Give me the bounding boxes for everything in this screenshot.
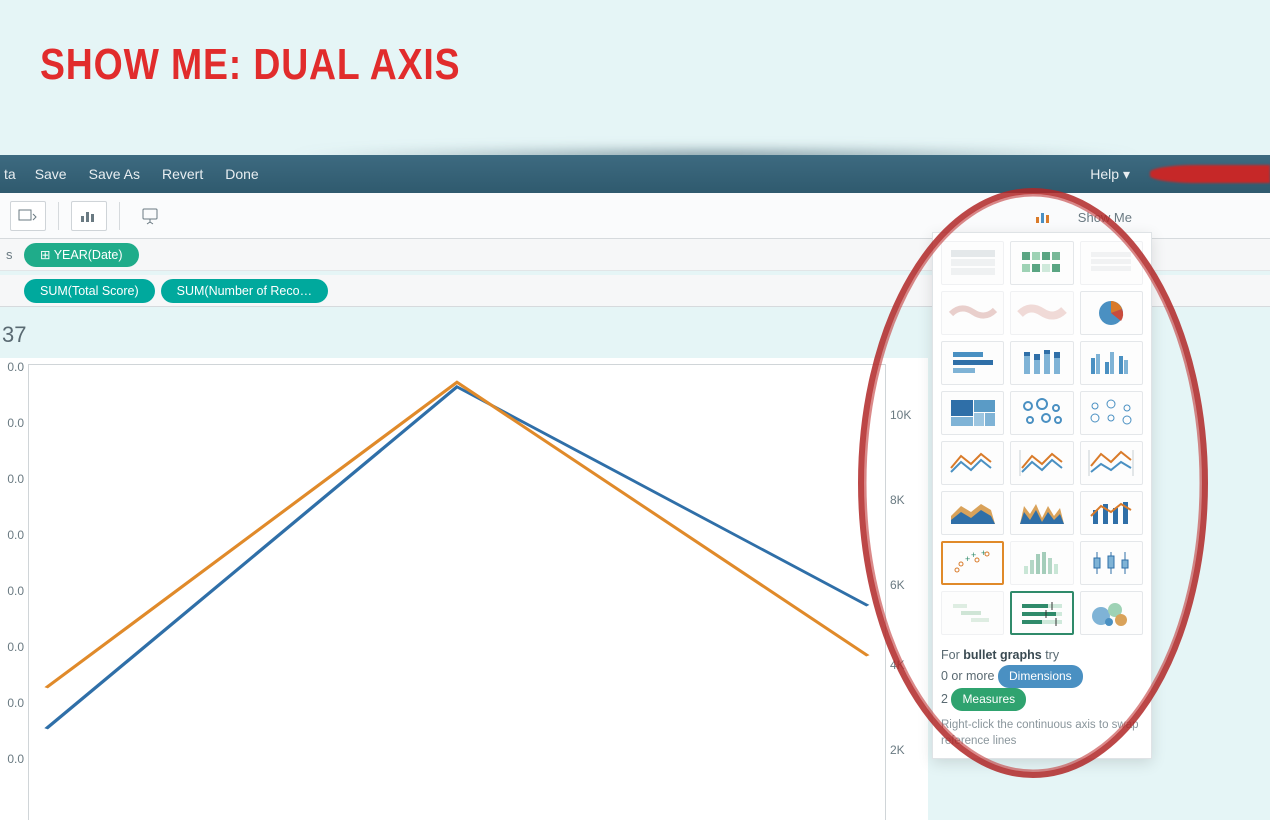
- measures-pill: Measures: [951, 688, 1026, 711]
- series-number-records: [46, 382, 868, 688]
- chart-type-side-by-side-bar[interactable]: [1080, 341, 1143, 385]
- chart-type-line-continuous[interactable]: [941, 441, 1004, 485]
- chart-type-symbol-map[interactable]: [941, 291, 1004, 335]
- chart-type-histogram[interactable]: [1010, 541, 1073, 585]
- separator: [119, 202, 120, 230]
- pill-year-date[interactable]: ⊞ YEAR(Date): [24, 243, 139, 267]
- chart-type-circle-view[interactable]: [1010, 391, 1073, 435]
- show-me-sub-hint: Right-click the continuous axis to swap …: [941, 717, 1143, 749]
- show-me-panel: +++ For bullet graphs try 0 or more Dime…: [932, 232, 1152, 759]
- chart-type-scatter[interactable]: +++: [941, 541, 1004, 585]
- show-me-icon[interactable]: [1036, 210, 1050, 222]
- menu-save-as[interactable]: Save As: [78, 166, 151, 182]
- chart-type-stacked-bar[interactable]: [1010, 341, 1073, 385]
- presentation-button[interactable]: [132, 201, 168, 231]
- menu-revert[interactable]: Revert: [151, 166, 214, 182]
- chart-type-highlight-table[interactable]: [1080, 241, 1143, 285]
- annotation-red-smudge: [1150, 165, 1270, 183]
- dimensions-pill: Dimensions: [998, 665, 1083, 688]
- show-me-grid: +++: [941, 241, 1143, 635]
- separator: [58, 202, 59, 230]
- chart-type-dual-combination[interactable]: [1080, 491, 1143, 535]
- series-total-score: [46, 387, 868, 729]
- chart-type-box-plot[interactable]: [1080, 541, 1143, 585]
- menu-save[interactable]: Save: [24, 166, 78, 182]
- chart-type-area-continuous[interactable]: [941, 491, 1004, 535]
- chart-plot[interactable]: [28, 364, 886, 820]
- pill-sum-total-score[interactable]: SUM(Total Score): [24, 279, 155, 303]
- chart-type-side-by-side-circle[interactable]: [1080, 391, 1143, 435]
- fit-dropdown-button[interactable]: [10, 201, 46, 231]
- data-label: ta: [0, 166, 24, 182]
- chart-type-text-table[interactable]: [941, 241, 1004, 285]
- chart-type-button[interactable]: [71, 201, 107, 231]
- chart-type-pie[interactable]: [1080, 291, 1143, 335]
- svg-text:+: +: [965, 554, 970, 564]
- chart-type-dual-line[interactable]: [1080, 441, 1143, 485]
- chart-type-packed-bubbles[interactable]: [1080, 591, 1143, 635]
- app-menu-bar: ta Save Save As Revert Done Help ▾: [0, 155, 1270, 193]
- pill-sum-number-records[interactable]: SUM(Number of Reco…: [161, 279, 328, 303]
- chart-type-line-discrete[interactable]: [1010, 441, 1073, 485]
- right-axis-ticks: 10K 8K 6K 4K 2K: [890, 358, 926, 820]
- chart-type-gantt[interactable]: [941, 591, 1004, 635]
- chart-type-filled-map[interactable]: [1010, 291, 1073, 335]
- left-axis-ticks: 0.0 0.0 0.0 0.0 0.0 0.0 0.0 0.0: [0, 358, 26, 820]
- value-readout: 37: [2, 322, 26, 348]
- show-me-label[interactable]: Show Me: [1078, 210, 1132, 225]
- columns-shelf-label: s: [6, 247, 24, 262]
- slide-title: SHOW ME: DUAL AXIS: [40, 40, 460, 90]
- chart-type-area-discrete[interactable]: [1010, 491, 1073, 535]
- chart-type-heat-map[interactable]: [1010, 241, 1073, 285]
- chart-type-bullet[interactable]: [1010, 591, 1073, 635]
- chart-area[interactable]: 0.0 0.0 0.0 0.0 0.0 0.0 0.0 0.0 10K 8K 6…: [0, 358, 928, 820]
- menu-done[interactable]: Done: [214, 166, 269, 182]
- show-me-hint: For bullet graphs try 0 or more Dimensio…: [941, 645, 1143, 750]
- chart-type-horizontal-bar[interactable]: [941, 341, 1004, 385]
- chart-type-treemap[interactable]: [941, 391, 1004, 435]
